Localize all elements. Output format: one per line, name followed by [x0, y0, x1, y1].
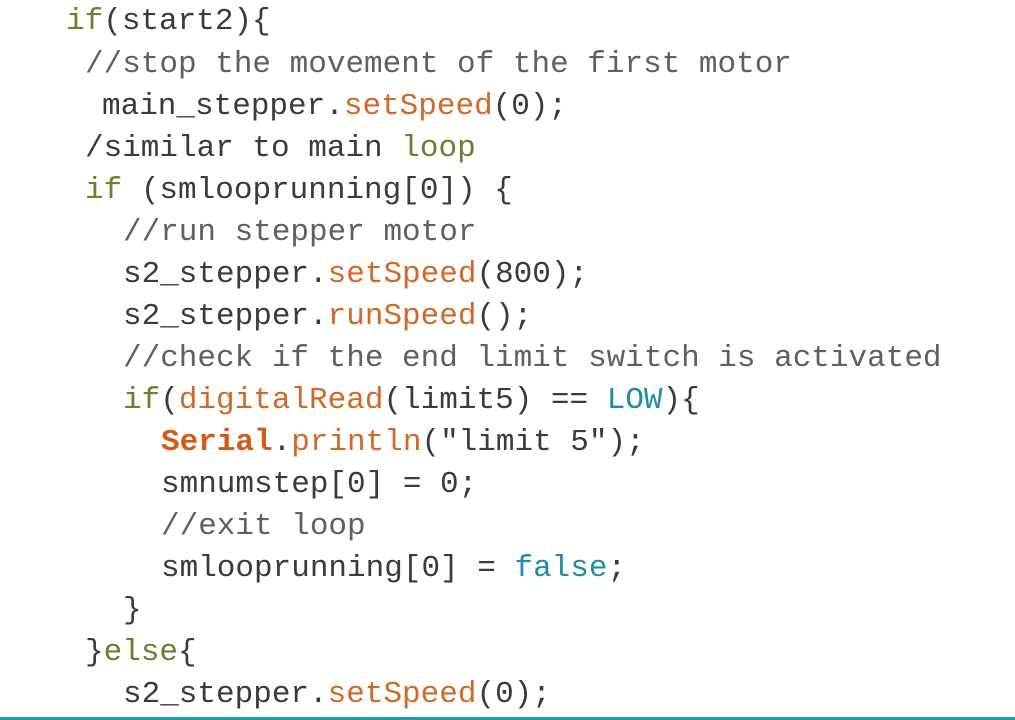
code-text: (800);	[476, 257, 589, 292]
code-text: smlooprunning[0] =	[161, 551, 515, 586]
code-text: s2_stepper.	[123, 677, 328, 712]
code-line: s2_stepper.setSpeed(0);	[123, 675, 551, 715]
constant-token: false	[514, 551, 608, 586]
keyword-token: if	[85, 173, 123, 208]
code-text: }	[123, 593, 142, 628]
comment-token: //exit loop	[161, 509, 366, 544]
code-text: (smlooprunning[0]) {	[122, 173, 513, 208]
code-text: main_stepper.	[102, 89, 344, 124]
code-line: }else{	[85, 633, 197, 673]
function-token: digitalRead	[178, 383, 384, 418]
function-token: println	[291, 425, 422, 460]
code-text: (	[160, 383, 179, 418]
code-text: .	[272, 425, 292, 460]
code-line: if(digitalRead(limit5) == LOW){	[123, 381, 700, 421]
code-text: (0);	[476, 677, 551, 712]
keyword-token: else	[103, 635, 179, 670]
code-text: smnumstep[0] = 0;	[161, 467, 478, 502]
keyword-token: if	[123, 383, 161, 418]
code-text: }	[85, 635, 104, 670]
code-text: (start2){	[103, 4, 271, 39]
function-token: setSpeed	[327, 257, 477, 292]
code-editor[interactable]: if(start2){ //stop the movement of the f…	[0, 0, 1015, 720]
code-text: ){	[662, 383, 700, 418]
code-line: main_stepper.setSpeed(0);	[102, 87, 567, 127]
code-text: ("limit 5");	[421, 425, 645, 460]
code-line: if(start2){	[66, 2, 271, 42]
constant-token: LOW	[606, 383, 663, 418]
function-token: setSpeed	[327, 677, 477, 712]
code-line: }	[123, 591, 142, 631]
comment-token: //check if the end limit switch is activ…	[123, 341, 942, 376]
code-text: s2_stepper.	[123, 299, 328, 334]
code-line: smnumstep[0] = 0;	[161, 465, 477, 505]
code-line: //exit loop	[161, 507, 366, 547]
code-line: smlooprunning[0] = false;	[161, 549, 626, 589]
code-text: ();	[476, 299, 533, 334]
function-token: setSpeed	[343, 89, 493, 124]
keyword-token: if	[66, 4, 104, 39]
code-line: s2_stepper.setSpeed(800);	[123, 255, 588, 295]
comment-token: //stop the movement of the first motor	[85, 47, 792, 82]
function-token: runSpeed	[327, 299, 477, 334]
code-text: /similar to main	[85, 131, 402, 166]
class-token: Serial	[161, 425, 273, 460]
code-text: (limit5) ==	[383, 383, 607, 418]
code-line: if (smlooprunning[0]) {	[85, 171, 513, 211]
code-text: {	[178, 635, 197, 670]
code-line: //stop the movement of the first motor	[85, 45, 792, 85]
code-line: //check if the end limit switch is activ…	[123, 339, 942, 379]
keyword-token: loop	[401, 131, 476, 166]
code-text: s2_stepper.	[123, 257, 328, 292]
comment-token: //run stepper motor	[123, 215, 477, 250]
code-line: s2_stepper.runSpeed();	[123, 297, 532, 337]
code-line: //run stepper motor	[123, 213, 476, 253]
code-text: (0);	[492, 89, 568, 124]
code-text: ;	[607, 551, 627, 586]
code-line: Serial.println("limit 5");	[161, 423, 645, 463]
code-line: /similar to main loop	[85, 129, 476, 169]
